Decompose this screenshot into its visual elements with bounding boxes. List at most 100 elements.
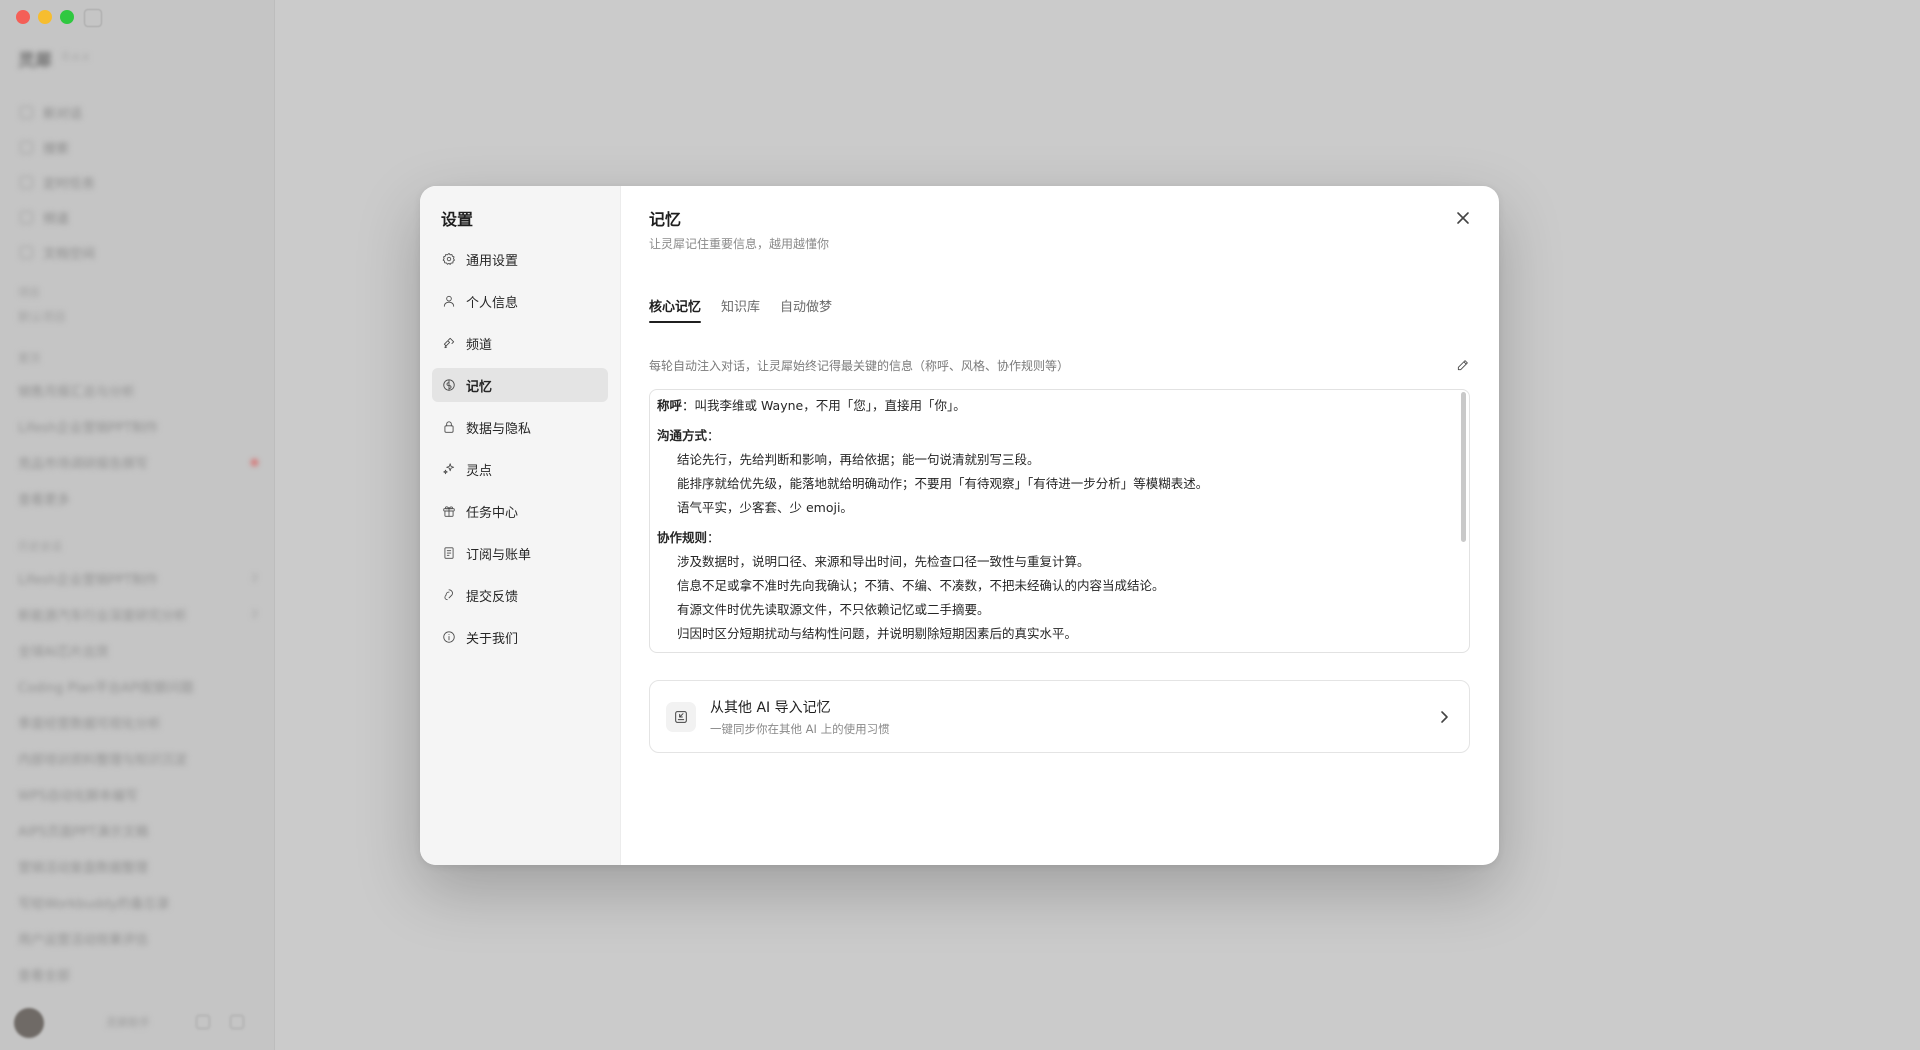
app-version: 0.x.x (62, 50, 90, 63)
settings-nav-memory[interactable]: 记忆 (432, 368, 608, 402)
list-item[interactable]: WPS自动化脚本编写 (18, 776, 258, 812)
core-memory-description: 每轮自动注入对话，让灵犀始终记得最关键的信息（称呼、风格、协作规则等） (649, 358, 1070, 373)
list-item[interactable]: 全球AI芯片出货 (18, 632, 258, 668)
memory-address-text: ：叫我李维或 Wayne，不用「您」，直接用「你」。 (682, 398, 966, 413)
app-nav: 新对话 搜索 定时任务 频道 文档空间 (20, 95, 95, 270)
settings-nav-channel[interactable]: 频道 (432, 326, 608, 360)
memory-section-heading: 协作规则： (657, 530, 720, 545)
info-icon (442, 630, 456, 644)
pencil-icon (1457, 360, 1468, 371)
list-item[interactable]: 竞品市场调研报告撰写 (18, 444, 258, 480)
sidebar-toggle-icon[interactable] (84, 9, 102, 27)
memory-settings-panel: 记忆 让灵犀记住重要信息，越用越懂你 核心记忆 知识库 自动做梦 每轮自动注入对… (621, 186, 1499, 865)
close-window-button[interactable] (16, 10, 30, 24)
memory-item: 涉及数据时，说明口径、来源和导出时间，先检查口径一致性与重复计算。 (677, 554, 1090, 569)
memory-item: 结论先行，先给判断和影响，再给依据；能一句说清就别写三段。 (677, 452, 1040, 467)
memory-tabs: 核心记忆 知识库 自动做梦 (649, 296, 832, 323)
unread-dot (251, 458, 258, 466)
app-nav-item[interactable]: 频道 (20, 200, 95, 235)
import-title: 从其他 AI 导入记忆 (710, 700, 831, 716)
app-sidebar: 灵犀 0.x.x 新对话 搜索 定时任务 频道 文档空间 项目 默认项目 置顶 … (0, 0, 275, 1050)
settings-nav-label: 任务中心 (466, 505, 519, 521)
section-label: 置顶 (18, 352, 40, 365)
close-button[interactable] (1453, 208, 1473, 228)
document-icon (20, 246, 33, 259)
app-nav-item[interactable]: 定时任务 (20, 165, 95, 200)
settings-nav-label: 提交反馈 (466, 589, 519, 605)
settings-nav-about[interactable]: 关于我们 (432, 620, 608, 654)
app-nav-item[interactable]: 新对话 (20, 95, 95, 130)
settings-nav-label: 频道 (466, 337, 493, 353)
memory-item: 能排序就给优先级，能落地就给明确动作；不要用「有待观察」「有待进一步分析」等模糊… (677, 476, 1209, 491)
list-item[interactable]: 新能源汽车行业深度研究分析 2 (18, 596, 258, 632)
settings-nav-billing[interactable]: 订阅与账单 (432, 536, 608, 570)
list-item[interactable]: 营销活动复盘数据整理 (18, 848, 258, 884)
app-nav-item[interactable]: 文档空间 (20, 235, 95, 270)
minimize-window-button[interactable] (38, 10, 52, 24)
memory-item: 语气平实，少客套、少 emoji。 (677, 500, 853, 515)
settings-nav-feedback[interactable]: 提交反馈 (432, 578, 608, 612)
list-item[interactable]: AIPS页面PPT演示文稿 (18, 812, 258, 848)
core-memory-header: 每轮自动注入对话，让灵犀始终记得最关键的信息（称呼、风格、协作规则等） (649, 355, 1471, 375)
list-item[interactable]: 用户运营活动效果评估 (18, 920, 258, 956)
assistant-label[interactable]: 灵犀助手 (106, 1014, 150, 1030)
settings-nav-points[interactable]: 灵点 (432, 452, 608, 486)
channel-icon (442, 336, 456, 350)
settings-nav-privacy[interactable]: 数据与隐私 (432, 410, 608, 444)
list-item[interactable]: 内部培训资料整理与知识沉淀 (18, 740, 258, 776)
tab-auto-dream[interactable]: 自动做梦 (780, 296, 832, 323)
list-item[interactable]: Lifesh企业营销PPT制作 2 (18, 560, 258, 596)
schedule-icon (20, 176, 33, 189)
history-list: Lifesh企业营销PPT制作 2 新能源汽车行业深度研究分析 2 全球AI芯片出货… (18, 560, 258, 992)
avatar[interactable] (14, 1008, 44, 1038)
page-title: 记忆 (649, 210, 682, 229)
gift-icon (442, 504, 456, 518)
chevron-right-icon (1439, 709, 1449, 723)
settings-nav-general[interactable]: 通用设置 (432, 242, 608, 276)
list-item[interactable]: 写给Workbuddy的备忘录 (18, 884, 258, 920)
list-item[interactable]: 查看更多 (18, 480, 258, 516)
app-title: 灵犀 (18, 51, 52, 71)
section-label: 项目 (18, 286, 40, 299)
maximize-window-button[interactable] (60, 10, 74, 24)
settings-sidebar: 设置 通用设置 个人信息 频道 记忆 数据与隐私 灵点 任务中心 订阅与账单 提… (420, 186, 621, 865)
tab-knowledge-base[interactable]: 知识库 (721, 296, 760, 323)
settings-modal: 设置 通用设置 个人信息 频道 记忆 数据与隐私 灵点 任务中心 订阅与账单 提… (420, 186, 1499, 865)
memory-item: 有源文件时优先读取源文件，不只依赖记忆或二手摘要。 (677, 602, 990, 617)
settings-nav-label: 关于我们 (466, 631, 519, 647)
window-controls (16, 10, 74, 24)
close-icon (1457, 212, 1469, 224)
list-item[interactable]: Coding Plan平台API配额问题 (18, 668, 258, 704)
new-chat-icon (20, 106, 33, 119)
settings-nav-label: 记忆 (466, 379, 493, 395)
tab-core-memory[interactable]: 核心记忆 (649, 296, 702, 323)
app-nav-item[interactable]: 搜索 (20, 130, 95, 165)
sparkle-icon (442, 462, 456, 476)
list-item[interactable]: 销售月报汇总与分析 (18, 372, 258, 408)
lock-icon (442, 420, 456, 434)
list-item[interactable]: Lifesh企业营销PPT制作 (18, 408, 258, 444)
search-icon (20, 141, 33, 154)
import-memory-card[interactable]: 从其他 AI 导入记忆 一键同步你在其他 AI 上的使用习惯 (649, 680, 1470, 753)
core-memory-content[interactable]: 称呼：叫我李维或 Wayne，不用「您」，直接用「你」。 沟通方式： 结论先行，… (649, 389, 1470, 653)
import-icon (666, 702, 696, 732)
gear-icon (442, 252, 456, 266)
settings-nav-tasks[interactable]: 任务中心 (432, 494, 608, 528)
settings-nav-label: 个人信息 (466, 295, 519, 311)
project-item[interactable]: 默认项目 (18, 308, 66, 325)
settings-nav-label: 数据与隐私 (466, 421, 532, 437)
list-item[interactable]: 查看全部 (18, 956, 258, 992)
settings-nav-profile[interactable]: 个人信息 (432, 284, 608, 318)
user-icon (442, 294, 456, 308)
collapse-icon[interactable] (230, 1015, 244, 1029)
memory-address-label: 称呼 (657, 398, 683, 413)
settings-nav-label: 通用设置 (466, 253, 519, 269)
memory-scrollbar[interactable] (1461, 392, 1466, 542)
page-subtitle: 让灵犀记住重要信息，越用越懂你 (649, 237, 830, 251)
edit-button[interactable] (1455, 357, 1471, 373)
memory-item: 归因时区分短期扰动与结构性问题，并说明剔除短期因素后的真实水平。 (677, 626, 1078, 641)
settings-nav-label: 灵点 (466, 463, 493, 479)
memory-icon (442, 378, 456, 392)
settings-icon[interactable] (196, 1015, 210, 1029)
list-item[interactable]: 季度经营数据可视化分析 (18, 704, 258, 740)
